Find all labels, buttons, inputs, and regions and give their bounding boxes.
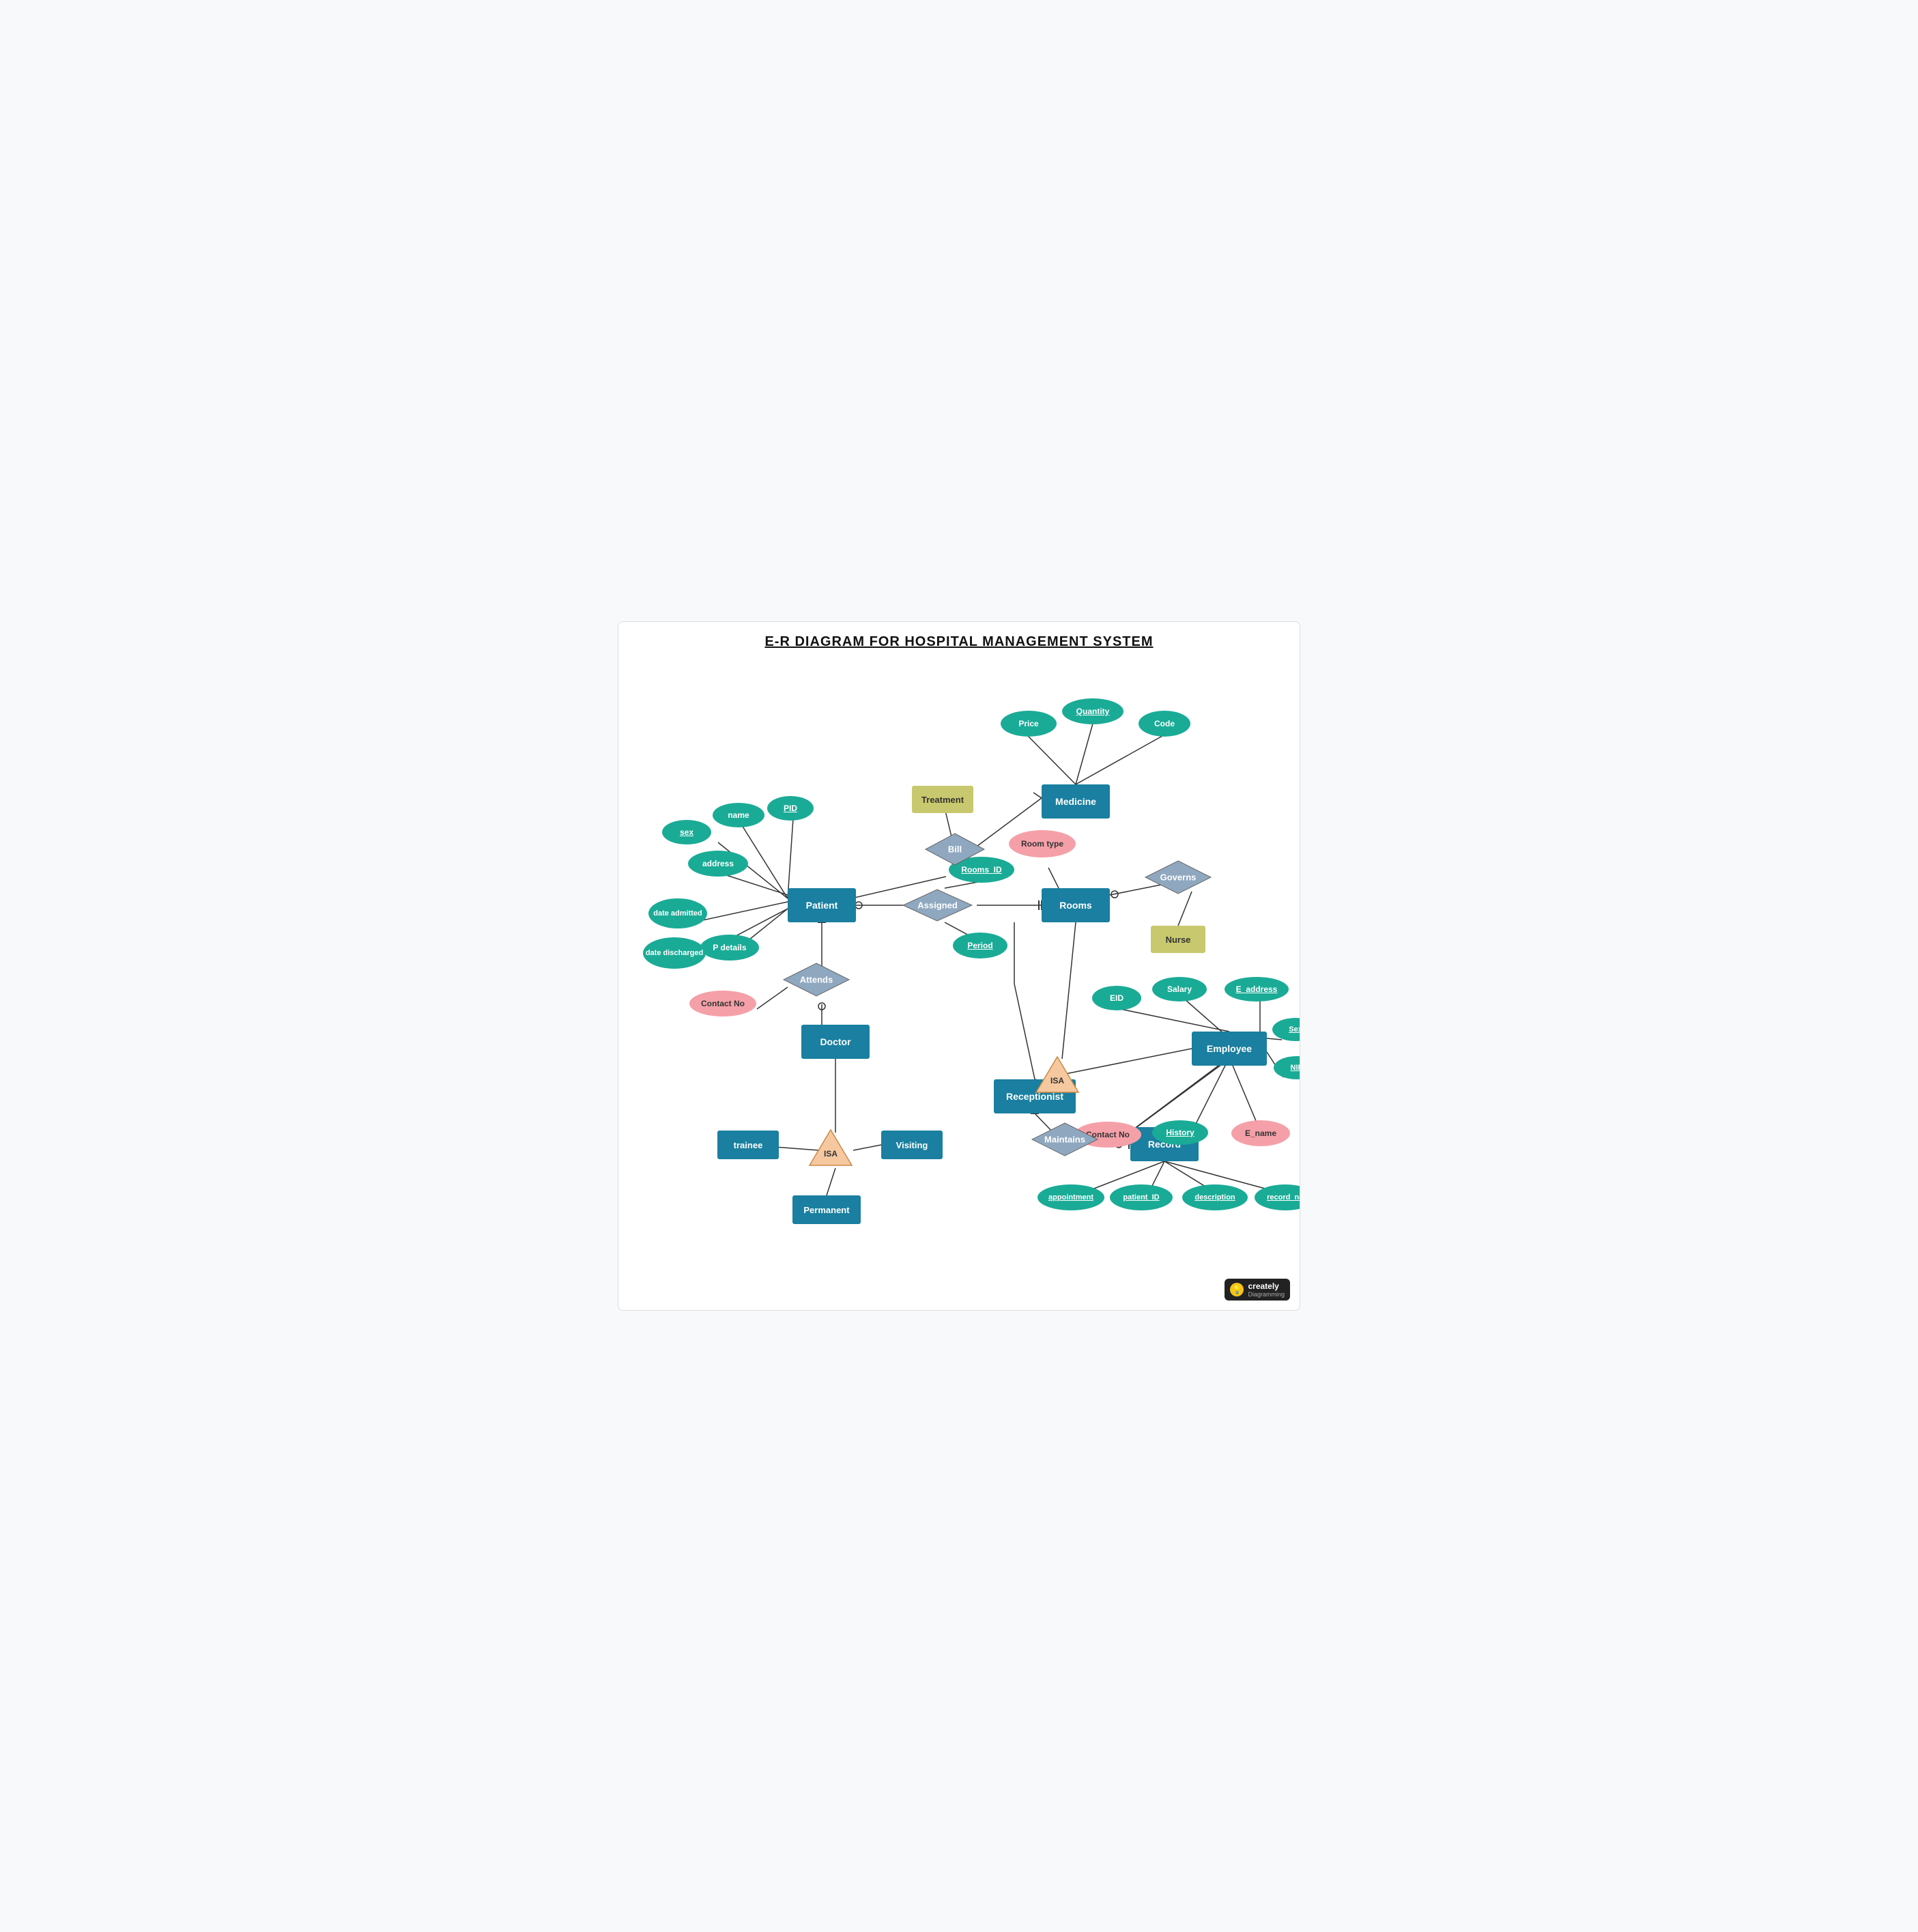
diagram-container: E-R DIAGRAM FOR HOSPITAL MANAGEMENT SYST… — [618, 621, 1300, 1311]
rel-assigned: Assigned — [902, 888, 973, 922]
creately-bulb-icon: 💡 — [1230, 1283, 1244, 1296]
entity-nurse: Nurse — [1151, 926, 1205, 953]
rel-attends: Attends — [782, 962, 850, 997]
entity-permanent: Permanent — [792, 1195, 861, 1224]
attr-nid: NID — [1274, 1056, 1300, 1079]
isa-doctor: ISA — [808, 1128, 853, 1167]
attr-salary: Salary — [1152, 977, 1207, 1001]
attr-record-no: record_no — [1255, 1184, 1300, 1210]
attr-sex: sex — [662, 820, 711, 844]
attr-history: History — [1152, 1120, 1208, 1145]
attr-eid: EID — [1092, 986, 1141, 1010]
entity-visiting: Visiting — [881, 1131, 943, 1159]
rel-bill: Bill — [924, 832, 986, 866]
attr-quantity: Quantity — [1062, 698, 1123, 724]
entity-trainee: trainee — [717, 1131, 779, 1159]
attr-date-admitted: date admitted — [648, 898, 707, 928]
attr-description: description — [1182, 1184, 1248, 1210]
entity-rooms: Rooms — [1042, 888, 1110, 922]
entity-doctor: Doctor — [801, 1025, 870, 1059]
rel-governs: Governs — [1144, 860, 1212, 895]
attr-e-name: E_name — [1231, 1120, 1290, 1146]
attr-name: name — [713, 803, 764, 827]
attr-patient-id: patient_ID — [1110, 1184, 1173, 1210]
entity-treatment: Treatment — [912, 786, 973, 813]
attr-date-discharged: date discharged — [643, 937, 706, 969]
entity-employee: Employee — [1192, 1032, 1267, 1066]
attr-sex-emp: Sex — [1272, 1018, 1300, 1041]
isa-employee: ISA — [1035, 1055, 1080, 1094]
attr-contact-no-patient: Contact No — [689, 991, 756, 1017]
attr-period: Period — [953, 933, 1007, 958]
attr-pid: PID — [767, 796, 814, 821]
attr-price: Price — [1001, 711, 1057, 737]
attr-e-address: E_address — [1225, 977, 1289, 1001]
creately-badge: 💡 creately Diagramming — [1225, 1279, 1290, 1301]
attr-p-details: P details — [700, 935, 759, 961]
entity-patient: Patient — [788, 888, 856, 922]
rel-maintains: Maintains — [1031, 1122, 1099, 1157]
attr-appointment: appointment — [1037, 1184, 1104, 1210]
attr-address: address — [688, 851, 748, 877]
diagram-title: E-R DIAGRAM FOR HOSPITAL MANAGEMENT SYST… — [618, 622, 1300, 653]
entity-medicine: Medicine — [1042, 784, 1110, 819]
attr-code: Code — [1139, 711, 1190, 737]
creately-text: creately Diagramming — [1248, 1281, 1285, 1298]
attr-room-type: Room type — [1009, 830, 1076, 857]
